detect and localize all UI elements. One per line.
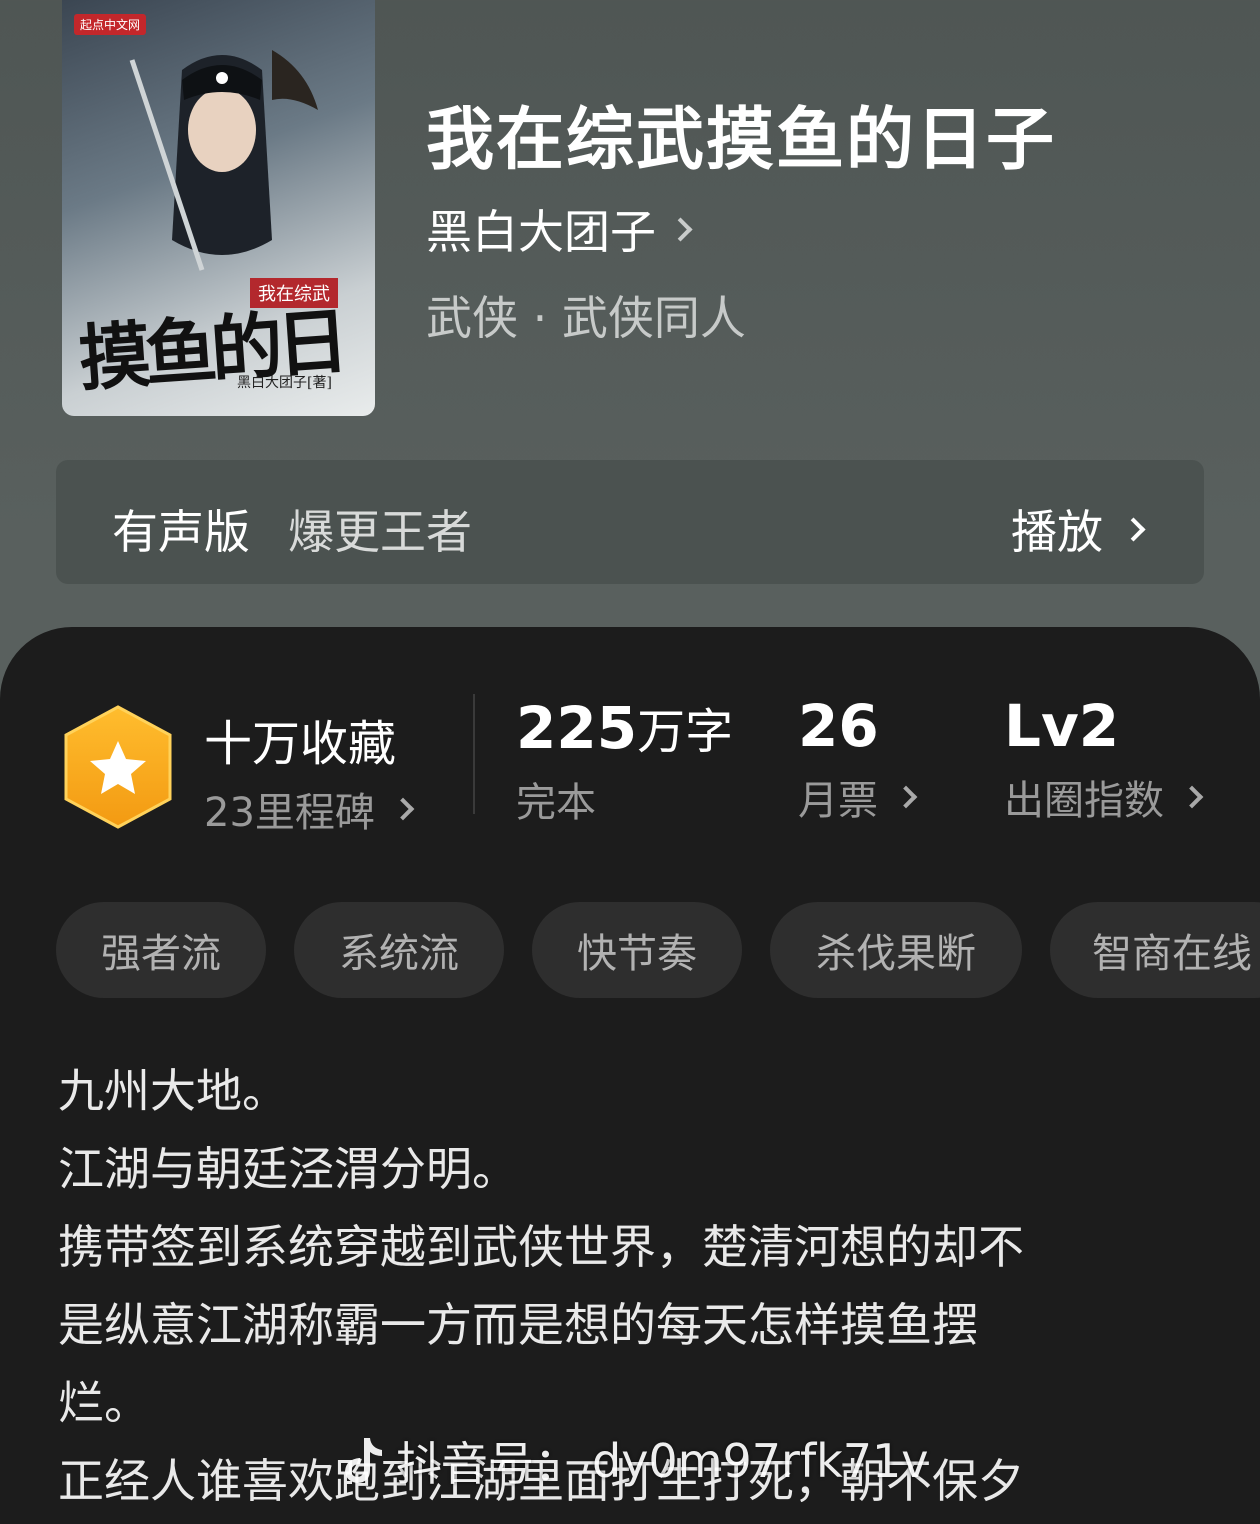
influence-index-label: 出圈指数	[1004, 778, 1164, 824]
synopsis-line: 携带签到系统穿越到武侠世界，楚清河想的却不	[58, 1220, 1024, 1274]
milestone-text: 23里程碑	[204, 790, 375, 836]
watermark-id: dy0m97rfk71v	[592, 1434, 929, 1488]
completion-status: 完本	[516, 780, 596, 826]
audio-version-bar[interactable]: 有声版 爆更王者 播放	[56, 460, 1204, 584]
chevron-right-icon	[1121, 516, 1146, 542]
word-count-value: 225	[516, 694, 638, 762]
book-header: 起点中文网 我在综武 摸鱼的日子 黑白大团子[著] 我在综武摸鱼的日子 黑白大团…	[0, 0, 1260, 640]
tiktok-logo-icon	[345, 1438, 382, 1483]
author-name: 黑白大团子	[426, 205, 656, 259]
watermark-label: 抖音号：	[396, 1437, 580, 1491]
audio-description: 爆更王者	[288, 505, 472, 559]
collections-stat[interactable]: 十万收藏 23里程碑	[204, 704, 415, 838]
monthly-votes-value: 26	[798, 692, 879, 760]
play-button[interactable]: 播放	[1011, 496, 1146, 562]
tag-chip[interactable]: 智商在线	[1050, 902, 1260, 998]
cover-illustration	[129, 50, 318, 271]
chevron-right-icon	[1180, 785, 1204, 809]
chevron-right-icon	[668, 216, 693, 242]
audio-label: 有声版	[112, 505, 250, 559]
tag-chip[interactable]: 杀伐果断	[770, 902, 1022, 998]
collections-title: 十万收藏	[204, 716, 397, 772]
influence-index-stat[interactable]: Lv2 出圈指数	[1004, 692, 1204, 826]
tag-chip[interactable]: 强者流	[56, 902, 266, 998]
book-title: 我在综武摸鱼的日子	[426, 100, 1057, 180]
cover-author: 黑白大团子[著]	[237, 375, 332, 391]
author-link[interactable]: 黑白大团子	[426, 196, 693, 262]
book-genre: 武侠 · 武侠同人	[426, 291, 746, 345]
play-label: 播放	[1011, 505, 1103, 559]
word-count-unit: 万字	[637, 704, 734, 760]
stat-divider	[473, 694, 475, 814]
chevron-right-icon	[391, 797, 415, 821]
synopsis-line: 九州大地。	[58, 1064, 288, 1118]
tag-chip[interactable]: 系统流	[294, 902, 504, 998]
tiktok-watermark: 抖音号： dy0m97rfk71v	[340, 1428, 929, 1494]
chevron-right-icon	[894, 785, 918, 809]
cover-publisher-logo: 起点中文网	[74, 14, 147, 35]
synopsis-line: 是纵意江湖称霸一方而是想的每天怎样摸鱼摆	[58, 1298, 978, 1352]
word-count-stat: 225万字 完本	[516, 692, 733, 828]
monthly-votes-stat[interactable]: 26 月票	[798, 692, 918, 826]
influence-index-value: Lv2	[1004, 692, 1120, 760]
monthly-votes-label: 月票	[798, 778, 878, 824]
cover-big-title: 摸鱼的日子	[76, 298, 346, 402]
tag-chip[interactable]: 快节奏	[532, 902, 742, 998]
book-cover[interactable]: 起点中文网 我在综武 摸鱼的日子 黑白大团子[著]	[62, 0, 375, 416]
star-badge-icon	[64, 705, 172, 829]
synopsis-line: 江湖与朝廷泾渭分明。	[58, 1142, 518, 1196]
